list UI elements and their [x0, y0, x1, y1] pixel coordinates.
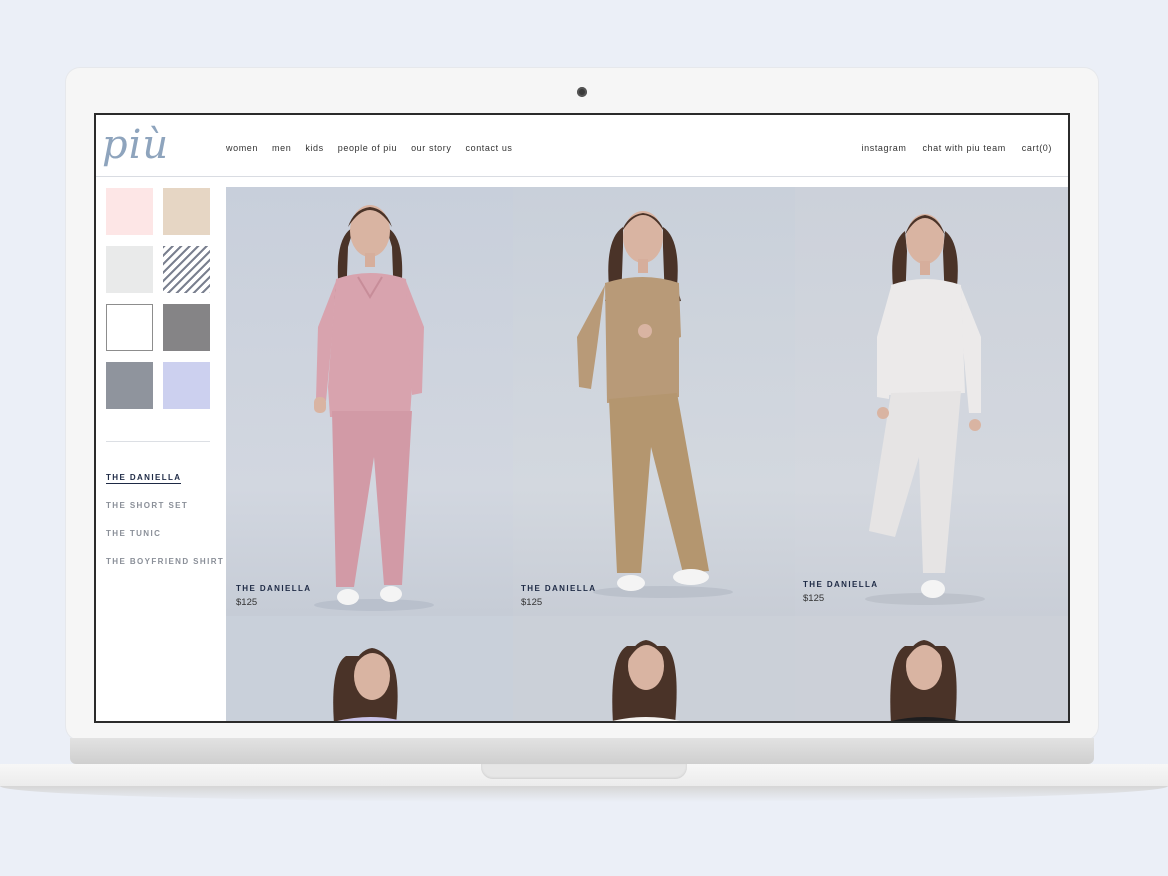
product-name: THE DANIELLA: [803, 580, 879, 589]
cart-link[interactable]: cart(0): [1022, 143, 1052, 153]
product-photo: [333, 648, 402, 721]
swatch-pink[interactable]: [106, 188, 153, 235]
product-card[interactable]: THE DANIELLA $125: [795, 187, 1068, 616]
style-label: THE TUNIC: [106, 529, 162, 538]
product-card[interactable]: [795, 616, 1068, 721]
nav-contact-us[interactable]: contact us: [466, 143, 513, 153]
nav-our-story[interactable]: our story: [411, 143, 451, 153]
style-the-boyfriend-shirt[interactable]: THE BOYFRIEND SHIRT: [106, 557, 224, 585]
product-grid: THE DANIELLA $125 THE DANIELLA $125 THE …: [226, 187, 1068, 721]
product-photo: [612, 640, 680, 721]
site-logo[interactable]: più: [102, 121, 169, 169]
product-photo: [577, 211, 733, 598]
product-price: $125: [521, 597, 543, 608]
laptop-base-shadow: [0, 786, 1168, 802]
nav-kids[interactable]: kids: [305, 143, 323, 153]
swatch-striped[interactable]: [163, 246, 210, 293]
swatch-beige[interactable]: [163, 188, 210, 235]
browser-screen: più women men kids people of piu our sto…: [94, 113, 1070, 723]
nav-people-of-piu[interactable]: people of piu: [338, 143, 397, 153]
swatch-slate[interactable]: [106, 362, 153, 409]
laptop-notch: [481, 764, 687, 779]
laptop-hinge: [70, 738, 1094, 764]
product-card[interactable]: THE DANIELLA $125: [226, 187, 513, 616]
product-card[interactable]: [226, 616, 513, 721]
product-photo: [865, 214, 985, 605]
nav-men[interactable]: men: [272, 143, 291, 153]
style-label: THE BOYFRIEND SHIRT: [106, 557, 225, 566]
swatch-white[interactable]: [106, 304, 153, 351]
swatch-lavender[interactable]: [163, 362, 210, 409]
product-photo: [314, 205, 434, 611]
product-price: $125: [236, 597, 258, 608]
nav-women[interactable]: women: [226, 143, 258, 153]
nav-instagram[interactable]: instagram: [862, 143, 907, 153]
product-card[interactable]: [513, 616, 795, 721]
site-header: più women men kids people of piu our sto…: [96, 115, 1068, 177]
filter-sidebar: THE DANIELLA THE SHORT SET THE TUNIC THE…: [96, 177, 226, 721]
product-name: THE DANIELLA: [236, 584, 312, 593]
product-name: THE DANIELLA: [521, 584, 597, 593]
style-label: THE SHORT SET: [106, 501, 189, 510]
nav-chat[interactable]: chat with piu team: [922, 143, 1005, 153]
product-price: $125: [803, 593, 825, 604]
style-list: THE DANIELLA THE SHORT SET THE TUNIC THE…: [106, 473, 224, 585]
swatch-dark-grey[interactable]: [163, 304, 210, 351]
camera-icon: [577, 87, 587, 97]
style-the-daniella[interactable]: THE DANIELLA: [106, 473, 224, 501]
main-nav: women men kids people of piu our story c…: [226, 143, 513, 153]
sidebar-divider: [106, 441, 210, 442]
style-the-short-set[interactable]: THE SHORT SET: [106, 501, 224, 529]
color-swatches: [106, 188, 210, 409]
style-label: THE DANIELLA: [106, 473, 182, 484]
product-card[interactable]: THE DANIELLA $125: [513, 187, 795, 616]
product-photo: [890, 640, 960, 721]
style-the-tunic[interactable]: THE TUNIC: [106, 529, 224, 557]
swatch-light-grey[interactable]: [106, 246, 153, 293]
utility-nav: instagram chat with piu team cart(0): [862, 143, 1052, 153]
